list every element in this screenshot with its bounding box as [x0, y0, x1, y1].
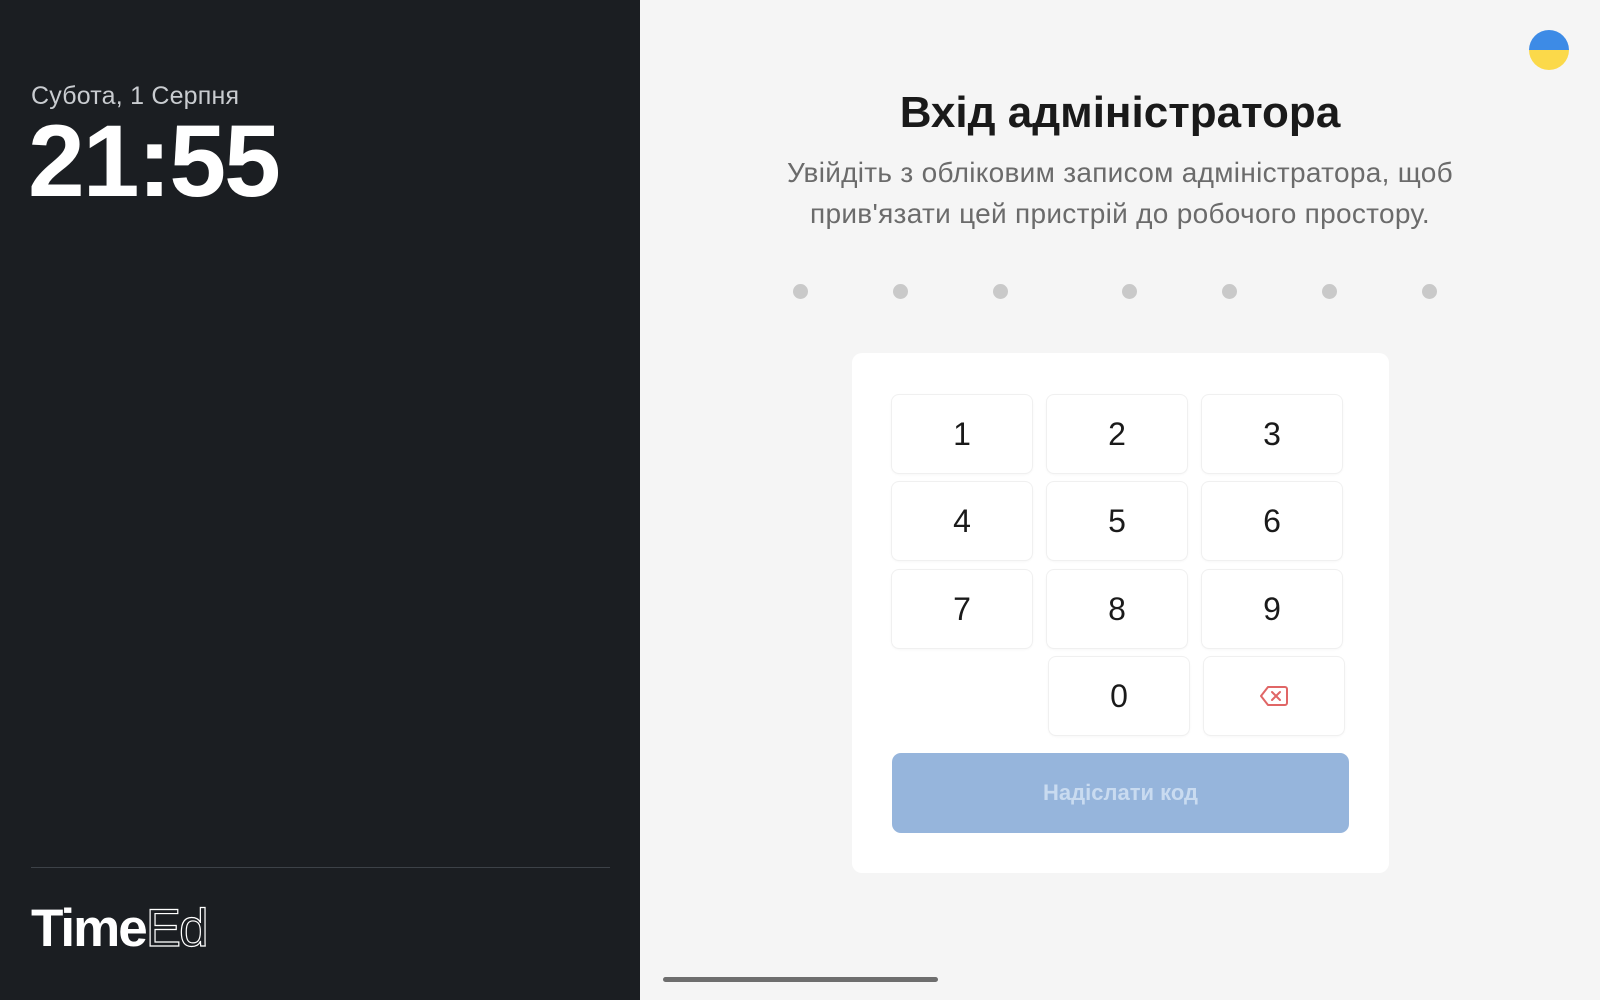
language-flag-icon[interactable] — [1529, 30, 1569, 70]
page-title: Вхід адміністратора — [899, 88, 1341, 137]
brand-logo: TimeEd — [31, 899, 209, 958]
key-5[interactable]: 5 — [1046, 481, 1188, 561]
pin-dot — [993, 284, 1008, 299]
pin-dot — [893, 284, 908, 299]
backspace-button[interactable] — [1203, 656, 1345, 736]
key-7[interactable]: 7 — [891, 569, 1033, 649]
home-indicator — [663, 977, 938, 982]
key-3[interactable]: 3 — [1201, 394, 1343, 474]
backspace-icon — [1260, 686, 1288, 706]
clock: 21:55 — [28, 104, 281, 218]
key-8[interactable]: 8 — [1046, 569, 1188, 649]
key-0[interactable]: 0 — [1048, 656, 1190, 736]
key-1[interactable]: 1 — [891, 394, 1033, 474]
key-2[interactable]: 2 — [1046, 394, 1188, 474]
keypad: 1 2 3 4 5 6 7 8 9 0 Надіслати код — [852, 353, 1389, 873]
submit-code-button[interactable]: Надіслати код — [892, 753, 1349, 833]
key-4[interactable]: 4 — [891, 481, 1033, 561]
brand-logo-secondary: Ed — [145, 899, 209, 958]
key-9[interactable]: 9 — [1201, 569, 1343, 649]
pin-indicator — [640, 284, 1600, 300]
info-sidebar: Субота, 1 Серпня 21:55 TimeEd — [0, 0, 640, 1000]
pin-dot — [1422, 284, 1437, 299]
pin-dot — [1222, 284, 1237, 299]
key-6[interactable]: 6 — [1201, 481, 1343, 561]
brand-logo-primary: Time — [31, 899, 148, 958]
login-panel: Вхід адміністратора Увійдіть з обліковим… — [640, 0, 1600, 1000]
sidebar-divider — [31, 867, 610, 868]
pin-dot — [1322, 284, 1337, 299]
pin-dot — [793, 284, 808, 299]
admin-login-screen: Субота, 1 Серпня 21:55 TimeEd Вхід адмін… — [0, 0, 1600, 1000]
pin-dot — [1122, 284, 1137, 299]
page-subtitle: Увійдіть з обліковим записом адміністрат… — [787, 157, 1453, 229]
